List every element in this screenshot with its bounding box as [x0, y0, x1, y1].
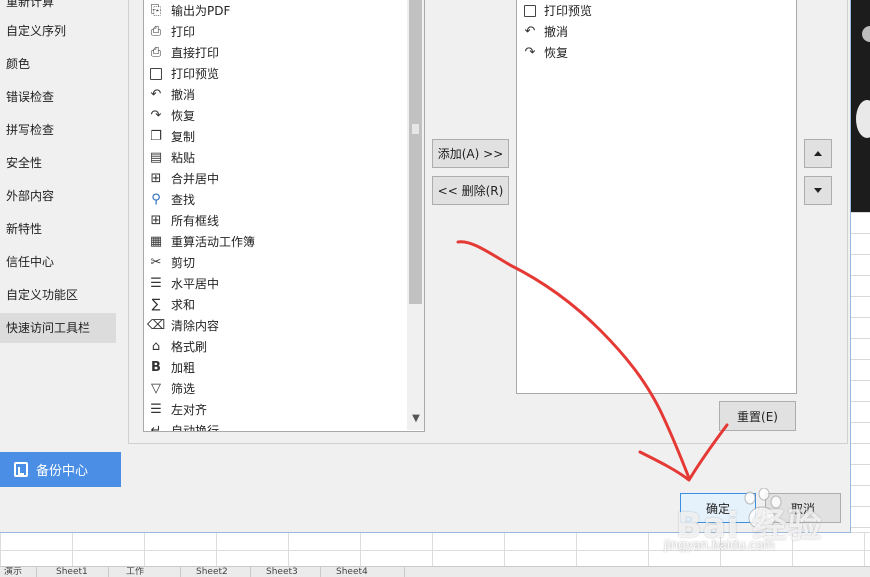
sheet-tab[interactable]: Sheet2: [196, 567, 240, 577]
background-image-highlight-small: [862, 26, 870, 42]
paste-icon: ▤: [149, 150, 163, 165]
tab-divider: [36, 567, 37, 577]
tab-divider: [108, 567, 109, 577]
list-item[interactable]: ↶ 撤消: [522, 21, 568, 42]
background-image-highlight: [856, 100, 870, 138]
backup-icon: [14, 462, 28, 477]
tab-divider: [180, 567, 181, 577]
remove-button[interactable]: << 删除(R): [432, 176, 509, 205]
nav-item-new-features[interactable]: 新特性: [0, 214, 116, 244]
format-painter-icon: ⌂: [151, 339, 161, 354]
nav-item-custom-lists[interactable]: 自定义序列: [0, 16, 116, 46]
scroll-down-icon[interactable]: ▼: [410, 413, 422, 425]
cut-icon: ✂: [150, 255, 162, 270]
list-item[interactable]: 打印预览: [522, 0, 592, 21]
list-item[interactable]: ⎙ 打印: [148, 21, 195, 42]
nav-item-color[interactable]: 颜色: [0, 49, 116, 79]
wrap-text-icon: ↵: [150, 423, 162, 432]
clear-content-icon: ⌫: [146, 318, 166, 333]
tab-divider: [250, 567, 251, 577]
list-item[interactable]: ⊞ 合并居中: [148, 168, 219, 189]
list-item[interactable]: ⚲ 查找: [148, 189, 195, 210]
list-item[interactable]: ☰ 水平居中: [148, 273, 219, 294]
sheet-tab[interactable]: 工作: [126, 567, 170, 577]
tab-divider: [404, 567, 405, 577]
backup-center-button[interactable]: 备份中心: [0, 452, 121, 487]
sheet-tab[interactable]: 演示: [4, 567, 30, 577]
triangle-down-icon: [814, 188, 822, 193]
list-item[interactable]: ⊞ 所有框线: [148, 210, 219, 231]
list-item[interactable]: ▽ 筛选: [148, 378, 195, 399]
options-nav: 重新计算 自定义序列 颜色 错误检查 拼写检查 安全性 外部内容 新特性 信任中…: [0, 0, 120, 444]
quick-access-commands-list[interactable]: 打印预览 ↶ 撤消 ↷ 恢复: [516, 0, 797, 394]
list-item[interactable]: ⎘ 输出为PDF: [148, 0, 231, 21]
list-item[interactable]: ⎙ 直接打印: [148, 42, 219, 63]
triangle-up-icon: [814, 151, 822, 156]
add-button[interactable]: 添加(A) >>: [432, 139, 509, 168]
scrollbar-grip: [412, 124, 419, 134]
direct-print-icon: ⎙: [150, 45, 162, 60]
list-item[interactable]: B 加粗: [148, 357, 195, 378]
commands-scrollbar[interactable]: ▼: [407, 0, 424, 430]
nav-item-recalc[interactable]: 重新计算: [0, 0, 116, 17]
spreadsheet-grid: [850, 212, 870, 552]
nav-item-trust-center[interactable]: 信任中心: [0, 247, 116, 277]
left-align-icon: ☰: [150, 402, 162, 417]
print-preview-icon: [148, 66, 164, 82]
cancel-button[interactable]: 取消: [765, 493, 841, 523]
print-icon: ⎙: [150, 24, 162, 39]
undo-icon: ↶: [524, 24, 536, 39]
list-item[interactable]: ▤ 粘贴: [148, 147, 195, 168]
pdf-export-icon: ⎘: [150, 3, 162, 18]
list-item[interactable]: ∑ 求和: [148, 294, 195, 315]
list-item[interactable]: ↵ 自动换行: [148, 420, 219, 432]
reset-button[interactable]: 重置(E): [719, 401, 796, 431]
copy-icon: ❐: [150, 129, 162, 144]
filter-icon: ▽: [151, 381, 161, 396]
merge-center-icon: ⊞: [150, 171, 162, 186]
list-item[interactable]: ↷ 恢复: [522, 42, 568, 63]
list-item[interactable]: ⌂ 格式刷: [148, 336, 207, 357]
options-dialog: 重新计算 自定义序列 颜色 错误检查 拼写检查 安全性 外部内容 新特性 信任中…: [0, 0, 851, 533]
move-up-button[interactable]: [804, 139, 832, 168]
nav-item-external-content[interactable]: 外部内容: [0, 181, 116, 211]
undo-icon: ↶: [150, 87, 162, 102]
sheet-tab-bar: 演示 Sheet1 工作 Sheet2 Sheet3 Sheet4: [0, 566, 870, 577]
tab-divider: [320, 567, 321, 577]
list-item[interactable]: ↷ 恢复: [148, 105, 195, 126]
sheet-tab[interactable]: Sheet3: [266, 567, 310, 577]
list-item[interactable]: 打印预览: [148, 63, 219, 84]
sum-icon: ∑: [151, 297, 161, 312]
move-down-button[interactable]: [804, 176, 832, 205]
nav-item-spell-check[interactable]: 拼写检查: [0, 115, 116, 145]
list-item[interactable]: ▦ 重算活动工作簿: [148, 231, 255, 252]
list-item[interactable]: ↶ 撤消: [148, 84, 195, 105]
list-item[interactable]: ✂ 剪切: [148, 252, 195, 273]
sheet-tab[interactable]: Sheet4: [336, 567, 380, 577]
list-item[interactable]: ❐ 复制: [148, 126, 195, 147]
sheet-tab[interactable]: Sheet1: [56, 567, 100, 577]
nav-item-quick-access-toolbar[interactable]: 快速访问工具栏: [0, 313, 116, 343]
nav-item-error-check[interactable]: 错误检查: [0, 82, 116, 112]
find-icon: ⚲: [151, 192, 161, 207]
redo-icon: ↷: [524, 45, 536, 60]
nav-item-security[interactable]: 安全性: [0, 148, 116, 178]
bold-icon: B: [151, 360, 161, 375]
available-commands-list[interactable]: ⎘ 输出为PDF ⎙ 打印 ⎙ 直接打印 打印预览 ↶ 撤消 ↷ 恢复 ❐ 复制 ▤ 粘贴 ⊞…: [143, 0, 425, 432]
list-item[interactable]: ⌫ 清除内容: [146, 315, 219, 336]
center-align-icon: ☰: [150, 276, 162, 291]
spreadsheet-grid-bottom: [0, 532, 870, 566]
redo-icon: ↷: [150, 108, 162, 123]
backup-center-label: 备份中心: [36, 464, 89, 479]
list-item[interactable]: ☰ 左对齐: [148, 399, 207, 420]
ok-button[interactable]: 确定: [680, 493, 756, 523]
background-image: [850, 0, 870, 212]
recalc-workbook-icon: ▦: [149, 234, 163, 249]
all-borders-icon: ⊞: [150, 213, 162, 228]
nav-item-customize-ribbon[interactable]: 自定义功能区: [0, 280, 116, 310]
print-preview-icon: [522, 3, 538, 19]
scrollbar-thumb[interactable]: [409, 0, 422, 304]
